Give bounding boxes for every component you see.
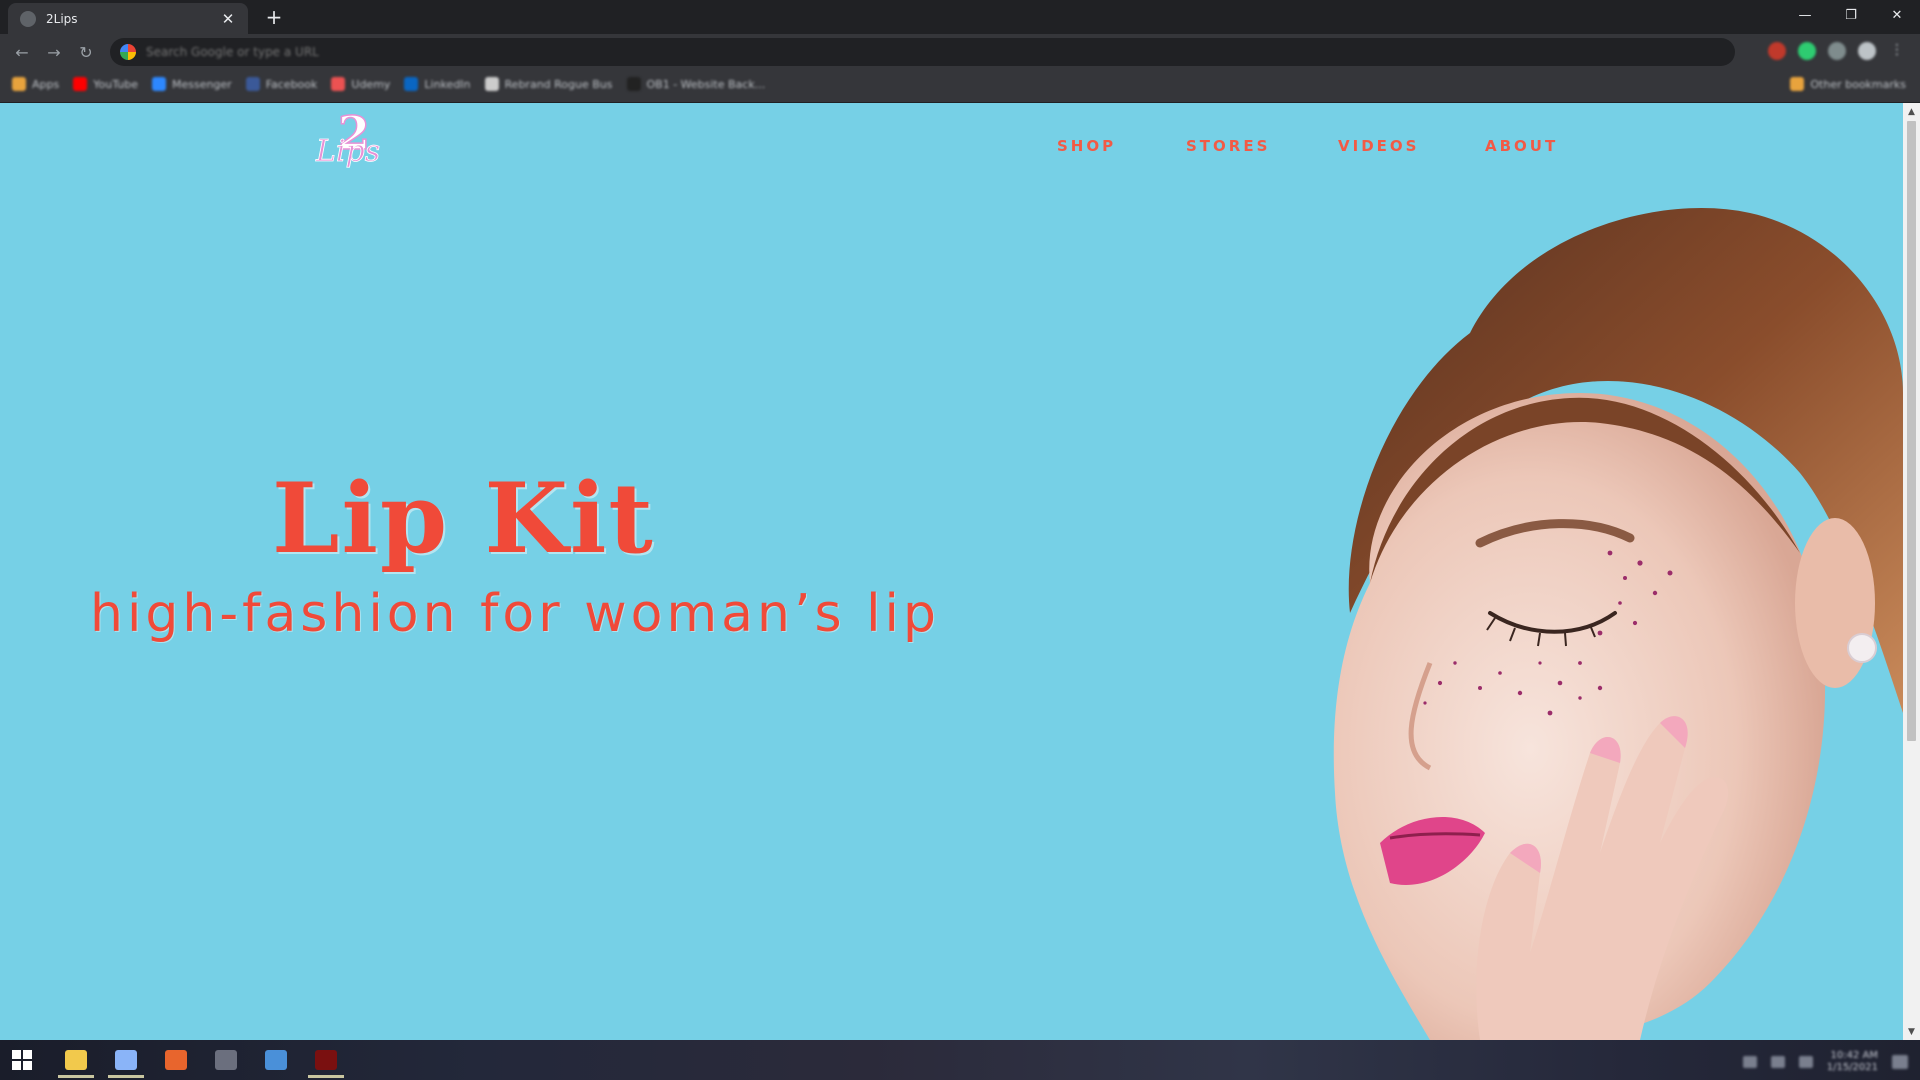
vscode-icon [265, 1050, 287, 1070]
taskbar-apps [56, 1044, 346, 1078]
taskbar-app-firefox[interactable] [156, 1044, 196, 1076]
svg-text:Lips: Lips [315, 134, 380, 169]
bookmark-label: Messenger [171, 77, 232, 91]
reload-button[interactable]: ↻ [74, 40, 98, 64]
tab-strip: 2Lips ✕ + — ❐ ✕ [0, 0, 1920, 34]
network-icon[interactable] [1770, 1056, 1785, 1068]
bookmark-icon [484, 77, 499, 91]
restore-button[interactable]: ❐ [1828, 0, 1874, 30]
adobe-icon [315, 1050, 337, 1070]
bookmark-item[interactable]: Udemy [331, 77, 390, 91]
new-tab-button[interactable]: + [262, 6, 286, 30]
chrome-icon [115, 1050, 137, 1070]
extension-icon[interactable] [1768, 42, 1786, 60]
file-explorer-icon [65, 1050, 87, 1070]
address-bar[interactable] [110, 38, 1735, 66]
profile-avatar[interactable] [1858, 42, 1876, 60]
system-tray: 10:42 AM 1/15/2021 [1742, 1050, 1908, 1074]
other-bookmarks-label: Other bookmarks [1810, 77, 1906, 91]
bookmark-item[interactable]: Messenger [151, 77, 232, 91]
taskbar-app-lightbulb[interactable] [206, 1044, 246, 1076]
windows-start-icon[interactable] [12, 1050, 32, 1070]
bookmark-item[interactable]: Apps [12, 77, 59, 91]
minimize-button[interactable]: — [1782, 0, 1828, 30]
window-controls: — ❐ ✕ [1782, 0, 1920, 30]
browser-tab[interactable]: 2Lips ✕ [8, 3, 248, 34]
page-scrollbar[interactable]: ▲ ▼ [1903, 103, 1920, 1040]
taskbar-app-adobe[interactable] [306, 1044, 346, 1078]
bookmark-item[interactable]: LinkedIn [404, 77, 471, 91]
bookmark-item[interactable]: Rebrand Rogue Bus [484, 77, 613, 91]
globe-icon [20, 10, 36, 27]
tab-title: 2Lips [46, 11, 78, 26]
page-viewport: 2 Lips SHOP STORES VIDEOS ABOUT Lip Kit … [0, 103, 1920, 1040]
bookmark-label: Rebrand Rogue Bus [504, 77, 613, 91]
scroll-thumb[interactable] [1907, 121, 1916, 741]
nav-videos[interactable]: VIDEOS [1338, 137, 1419, 155]
bookmark-list: Apps YouTube Messenger Facebook Udemy LinkedI… [12, 77, 765, 91]
google-icon [120, 44, 136, 60]
notification-icon[interactable] [1892, 1055, 1908, 1069]
firefox-icon [165, 1050, 187, 1070]
forward-button[interactable]: → [42, 40, 66, 64]
bookmark-icon [404, 77, 419, 91]
bookmark-label: Udemy [351, 77, 391, 91]
close-tab-icon[interactable]: ✕ [220, 10, 236, 28]
bookmark-item[interactable]: OB1 - Website Back... [626, 77, 766, 91]
back-button[interactable]: ← [10, 40, 34, 64]
bookmark-icon [12, 77, 26, 91]
clock-time: 10:42 AM [1830, 1050, 1878, 1061]
bookmarks-bar: Apps YouTube Messenger Facebook Udemy LinkedI… [0, 70, 1920, 103]
close-window-button[interactable]: ✕ [1874, 0, 1920, 30]
windows-taskbar: 10:42 AM 1/15/2021 [0, 1040, 1920, 1080]
taskbar-app-chrome[interactable] [106, 1044, 146, 1078]
chevron-up-icon[interactable] [1742, 1056, 1757, 1068]
taskbar-app-file-explorer[interactable] [56, 1044, 96, 1078]
bookmark-icon [331, 77, 346, 91]
bookmark-item[interactable]: Facebook [245, 77, 318, 91]
nav-stores[interactable]: STORES [1186, 137, 1270, 155]
volume-icon[interactable] [1798, 1056, 1813, 1068]
address-input[interactable] [146, 45, 1646, 59]
scroll-down-icon[interactable]: ▼ [1903, 1023, 1920, 1040]
bookmark-icon [73, 77, 88, 91]
bookmark-icon [626, 77, 641, 91]
clock-date: 1/15/2021 [1826, 1062, 1878, 1073]
taskbar-app-vscode[interactable] [256, 1044, 296, 1076]
nav-shop[interactable]: SHOP [1057, 137, 1116, 155]
other-bookmarks[interactable]: Other bookmarks [1790, 77, 1906, 91]
lightbulb-icon [215, 1050, 237, 1070]
folder-icon [1790, 77, 1805, 91]
bookmark-label: Facebook [265, 77, 318, 91]
nav-about[interactable]: ABOUT [1485, 137, 1558, 155]
bookmark-label: OB1 - Website Back... [646, 77, 766, 91]
logo-2lips[interactable]: 2 Lips [314, 109, 394, 179]
browser-toolbar: ← → ↻ ⋮ [0, 34, 1920, 70]
bookmark-item[interactable]: YouTube [73, 77, 138, 91]
hero-title: Lip Kit [272, 462, 655, 575]
clock[interactable]: 10:42 AM 1/15/2021 [1827, 1050, 1878, 1074]
extension-icon[interactable] [1798, 42, 1816, 60]
model-photo [1333, 208, 1903, 1040]
bookmark-icon [245, 77, 260, 91]
bookmark-label: YouTube [93, 77, 138, 91]
bookmark-label: Apps [32, 77, 60, 91]
extensions-area: ⋮ [1768, 42, 1906, 60]
hero-subtitle: high-fashion for woman’s lip [90, 584, 941, 644]
scroll-up-icon[interactable]: ▲ [1903, 103, 1920, 120]
bookmark-label: LinkedIn [424, 77, 471, 91]
menu-icon[interactable]: ⋮ [1888, 42, 1906, 60]
bookmark-icon [151, 77, 166, 91]
extension-icon[interactable] [1828, 42, 1846, 60]
